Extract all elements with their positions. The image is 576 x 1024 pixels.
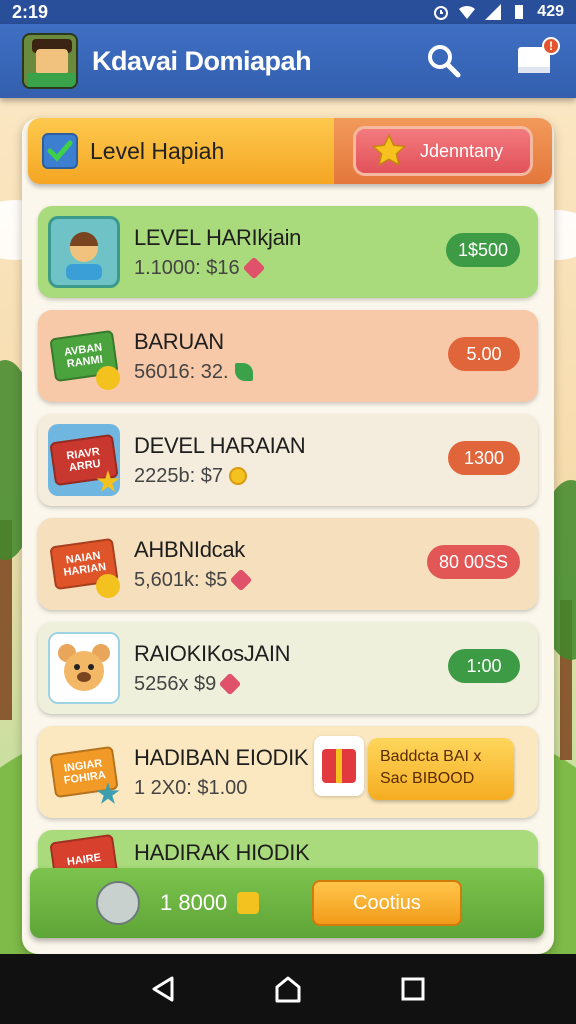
reward-list: LEVEL HARIkjain 1.1000: $16 1$500 AVBAN … [38,206,538,934]
robot-icon [96,881,140,925]
signal-icon [485,4,502,20]
bear-thumbnail [48,632,120,704]
battery-level: 429 [537,3,564,20]
tab-other: Jdenntany [334,118,552,184]
reward-title: HADIRAK HIODIK [134,840,310,865]
reward-subtitle: 56016: 32. [134,360,229,383]
tab-bar: Level Hapiah Jdenntany [28,118,552,184]
battery-icon [515,5,524,19]
avatar [48,216,120,288]
app-title: Kdavai Domiapah [92,45,312,76]
reward-item[interactable]: LEVEL HARIkjain 1.1000: $16 1$500 [38,206,538,298]
reward-item[interactable]: RAIOKIKosJAIN 5256x $9 1:00 [38,622,538,714]
reward-item[interactable]: RIAVR ARRU DEVEL HARAIAN 2225b: $7 1300 [38,414,538,506]
tab-other-button[interactable]: Jdenntany [353,126,533,176]
price-badge[interactable]: 1$500 [445,233,520,267]
gem-icon [242,256,265,280]
search-button[interactable] [424,41,464,81]
recents-icon [401,977,425,1001]
coin-icon [228,467,247,485]
reward-subtitle: 5,601k: $5 [134,568,228,591]
continue-button[interactable]: Cootius [312,880,462,926]
reward-title: BARUAN [134,328,224,354]
back-icon [152,976,174,1002]
reward-title: LEVEL HARIkjain [134,224,302,250]
price-badge[interactable]: 1300 [448,441,520,475]
reward-thumbnail: RIAVR ARRU [48,424,120,496]
bear-icon [58,644,110,691]
tab-other-label: Jdenntany [420,140,504,161]
tab-level-label: Level Hapiah [90,137,225,164]
reward-subtitle: 1 2X0: $1.00 [134,776,248,799]
wifi-icon [459,5,476,19]
gem-icon [218,672,242,696]
recents-button[interactable] [398,974,428,1004]
reward-title: AHBNIdcak [134,536,246,562]
reward-subtitle: 5256x $9 [134,672,217,695]
offer-button[interactable]: Baddcta BAI x Sac BIBOOD [368,738,514,800]
gift-box [314,736,364,796]
reward-item[interactable]: NAIAN HARIAN AHBNIdcak 5,601k: $5 80 00S… [38,518,538,610]
price-badge[interactable]: 1:00 [448,649,520,683]
home-icon [275,976,301,1003]
reward-subtitle: 2225b: $7 [134,464,223,487]
rewards-panel: Level Hapiah Jdenntany LEVEL HARIkjain 1… [22,118,554,954]
coin-icon [96,574,120,598]
balance-amount: 1 8000 [160,890,228,915]
gift-icon [322,749,356,783]
leaf-icon [234,363,253,381]
reward-title: RAIOKIKosJAIN [134,640,291,666]
app-bar: Kdavai Domiapah ! [0,24,576,98]
reward-thumbnail: AVBAN RANMI [48,320,120,392]
tab-level[interactable]: Level Hapiah [28,118,334,184]
checkbox-icon [42,133,78,169]
alarm-icon [434,6,449,20]
status-bar: 2:19 429 [0,0,576,24]
back-button[interactable] [148,974,178,1004]
reward-title: DEVEL HARAIAN [134,432,306,458]
system-nav-bar [0,954,576,1024]
search-icon [428,45,461,78]
reward-subtitle: 1.1000: $16 [134,256,240,279]
notification-badge-icon: ! [542,37,560,55]
reward-title: HADIBAN EIODIK [134,744,309,770]
coin-icon [96,366,120,390]
avatar[interactable] [22,33,78,89]
status-time: 2:19 [12,1,49,22]
reward-thumbnail: INGIAR FOHIRA [48,736,120,808]
reward-thumbnail: NAIAN HARIAN [48,528,120,600]
gem-icon [230,568,253,592]
reward-item[interactable]: INGIAR FOHIRA HADIBAN EIODIK 1 2X0: $1.0… [38,726,538,818]
key-icon [237,892,260,914]
home-button[interactable] [273,974,303,1004]
footer-bar: 1 8000 Cootius [30,868,544,938]
price-badge[interactable]: 5.00 [448,337,520,371]
reward-item[interactable]: AVBAN RANMI BARUAN 56016: 32. 5.00 [38,310,538,402]
notifications-button[interactable]: ! [514,37,560,81]
star-icon [372,134,406,166]
price-badge[interactable]: 80 00SS [426,545,520,579]
